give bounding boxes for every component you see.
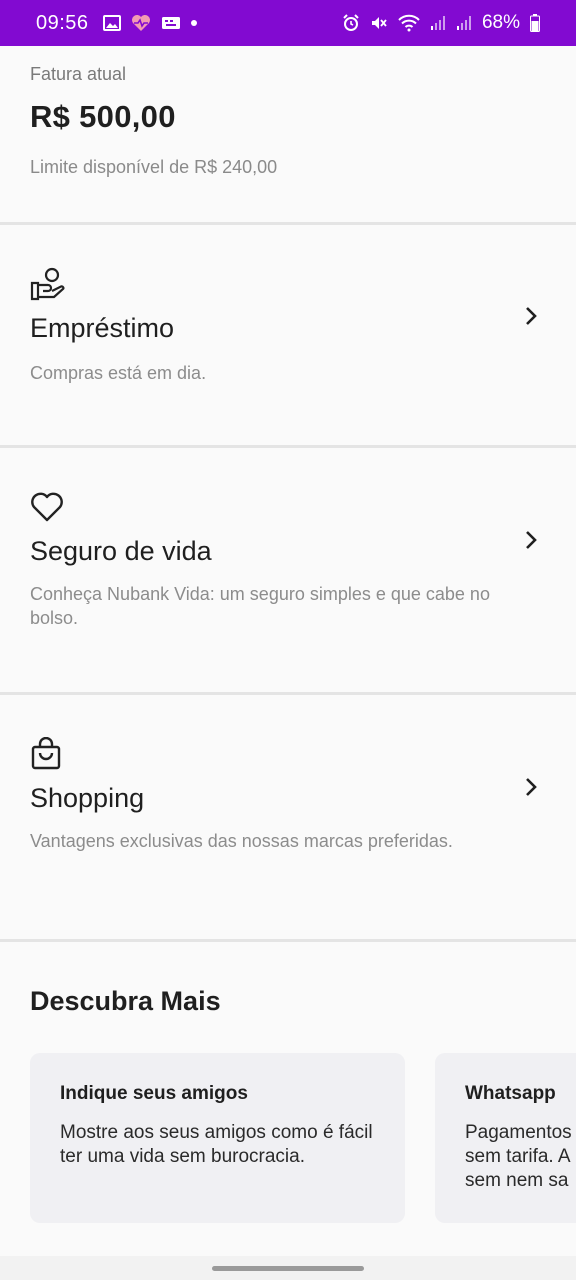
chevron-right-icon	[524, 530, 538, 555]
shopping-bag-icon	[30, 736, 62, 776]
invoice-label: Fatura atual	[30, 64, 127, 84]
section-shopping[interactable]: Shopping Vantagens exclusivas das nossas…	[0, 695, 576, 939]
chevron-right-icon	[524, 777, 538, 802]
card-body: Mostre aos seus amigos como é fácil ter …	[60, 1122, 373, 1167]
card-title: Indique seus amigos	[60, 1083, 248, 1104]
heart-rate-icon	[131, 14, 151, 32]
signal-icon-1	[430, 15, 446, 31]
main-content: Fatura atual R$ 500,00 Limite disponível…	[0, 46, 576, 1260]
battery-percent: 68%	[481, 12, 520, 33]
section-description: Conheça Nubank Vida: um seguro simples e…	[30, 584, 490, 628]
section-title: Seguro de vida	[30, 536, 212, 566]
section-title: Empréstimo	[30, 313, 175, 343]
notification-dot-icon	[190, 20, 197, 26]
chevron-right-icon	[524, 306, 538, 331]
signal-icon-2	[456, 15, 472, 31]
discover-title: Descubra Mais	[30, 986, 221, 1016]
section-description: Compras está em dia.	[30, 363, 207, 383]
invoice-card[interactable]: Fatura atual R$ 500,00 Limite disponível…	[0, 46, 576, 222]
section-title: Shopping	[30, 783, 145, 813]
status-time: 09:56	[36, 11, 89, 34]
status-right: 68%	[342, 12, 540, 34]
section-loan[interactable]: Empréstimo Compras está em dia.	[0, 225, 576, 445]
home-gesture-handle[interactable]	[212, 1266, 364, 1271]
card-title: Whatsapp	[465, 1083, 556, 1104]
discover-section: Descubra Mais Indique seus amigos Mostre…	[0, 942, 576, 1260]
system-navigation-bar	[0, 1256, 576, 1280]
alarm-icon	[342, 14, 360, 32]
card-body: Pagamentos sem tarifa. A sem nem sa	[465, 1122, 572, 1191]
section-description: Vantagens exclusivas das nossas marcas p…	[30, 831, 453, 851]
battery-icon	[530, 14, 540, 32]
available-limit: Limite disponível de R$ 240,00	[30, 157, 278, 177]
section-life-insurance[interactable]: Seguro de vida Conheça Nubank Vida: um s…	[0, 448, 576, 692]
invoice-amount: R$ 500,00	[30, 99, 176, 134]
wifi-icon	[398, 14, 420, 32]
status-bar: 09:56 68%	[0, 0, 576, 46]
status-left: 09:56	[36, 12, 197, 35]
discover-card-refer-friends[interactable]: Indique seus amigos Mostre aos seus amig…	[30, 1053, 405, 1223]
keyboard-icon	[161, 15, 181, 31]
discover-card-whatsapp[interactable]: Whatsapp Pagamentos sem tarifa. A sem ne…	[435, 1053, 576, 1223]
gallery-icon	[102, 15, 121, 31]
hand-user-icon	[30, 267, 66, 306]
heart-icon	[30, 492, 64, 527]
mute-icon	[370, 14, 388, 32]
